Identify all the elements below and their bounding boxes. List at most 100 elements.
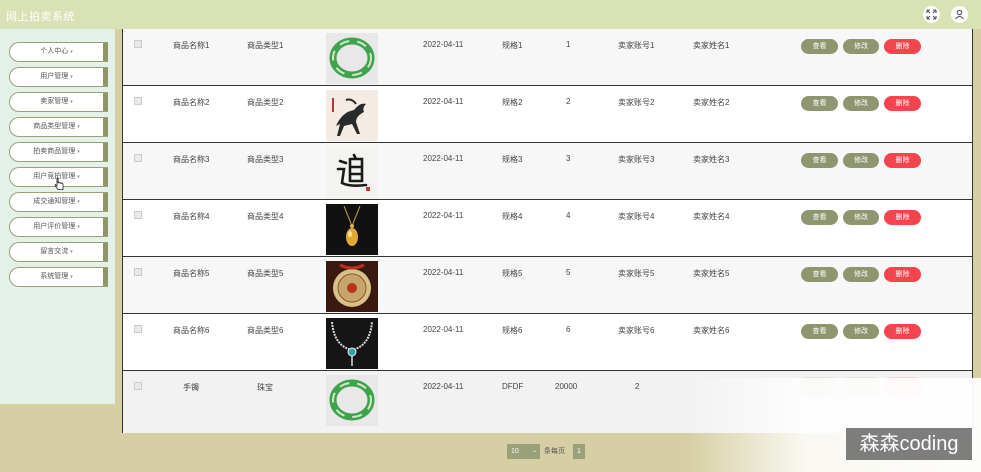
view-button[interactable]: 查看 — [801, 96, 838, 111]
sidebar-item-label: 留言交流 — [40, 248, 69, 255]
cell-spec: 规格3 — [502, 155, 523, 164]
cell-seller-account: 卖家账号4 — [618, 212, 655, 221]
delete-button[interactable]: 删除 — [884, 210, 921, 225]
product-image-horse-painting — [326, 90, 378, 141]
product-image-necklace — [326, 318, 378, 369]
sidebar-item-auction-products[interactable]: 拍卖商品管理 ▾ — [9, 142, 108, 162]
cell-type: 商品类型2 — [247, 98, 284, 107]
mouse-pointer-icon — [54, 177, 64, 190]
cell-seller-name: 卖家姓名5 — [693, 269, 730, 278]
watermark: 森森coding — [846, 428, 972, 460]
sidebar-item-label: 用户管理 — [40, 73, 69, 80]
sidebar-item-system[interactable]: 系统管理 ▾ — [9, 267, 108, 287]
edit-button[interactable]: 修改 — [843, 96, 879, 111]
table-row: 商品名称1 商品类型1 2022-04-11 规格1 1 卖家账号1 卖家姓名1… — [123, 29, 972, 86]
cell-name: 手镯 — [183, 383, 199, 392]
page-number-current[interactable]: 1 — [573, 444, 585, 459]
row-checkbox[interactable] — [134, 154, 142, 162]
cell-num: 5 — [566, 268, 571, 277]
sidebar-item-personal-center[interactable]: 个人中心 ▾ — [9, 42, 108, 62]
cell-spec: DFDF — [502, 382, 524, 391]
caret-down-icon: ▾ — [70, 99, 73, 105]
edit-button[interactable]: 修改 — [843, 324, 879, 339]
view-button[interactable]: 查看 — [801, 324, 838, 339]
edit-button[interactable]: 修改 — [843, 153, 879, 168]
cell-num: 1 — [566, 40, 571, 49]
cell-num: 20000 — [555, 382, 578, 391]
caret-down-icon: ▾ — [77, 124, 80, 130]
sidebar-item-product-types[interactable]: 商品类型管理 ▾ — [9, 117, 108, 137]
expand-icon[interactable] — [923, 6, 940, 23]
cell-date: 2022-04-11 — [423, 154, 464, 163]
delete-button[interactable]: 删除 — [884, 39, 921, 54]
delete-button[interactable]: 删除 — [884, 153, 921, 168]
sidebar-item-label: 系统管理 — [40, 273, 69, 280]
cell-type: 商品类型6 — [247, 326, 284, 335]
cell-date: 2022-04-11 — [423, 382, 464, 391]
caret-down-icon: ▾ — [70, 249, 73, 255]
app-title: 网上拍卖系统 — [6, 11, 75, 23]
edit-button[interactable]: 修改 — [843, 210, 879, 225]
page-size-select[interactable]: 10 ⌄ — [507, 444, 540, 459]
cell-date: 2022-04-11 — [423, 211, 464, 220]
cell-seller-name: 卖家姓名3 — [693, 155, 730, 164]
cell-extra: 2 — [635, 382, 640, 391]
sidebar-item-users[interactable]: 用户管理 ▾ — [9, 67, 108, 87]
caret-down-icon: ▾ — [70, 74, 73, 80]
view-button[interactable]: 查看 — [801, 153, 838, 168]
row-checkbox[interactable] — [134, 268, 142, 276]
table-row: 商品名称6 商品类型6 2022-04-11 规格6 6 卖家账号6 卖家姓名6… — [123, 314, 972, 371]
cell-type: 商品类型4 — [247, 212, 284, 221]
product-image-calligraphy — [326, 147, 378, 198]
table-row: 商品名称4 商品类型4 2022-04-11 规格4 4 卖家账号4 卖家姓名4… — [123, 200, 972, 257]
row-checkbox[interactable] — [134, 382, 142, 390]
caret-down-icon: ▾ — [77, 149, 80, 155]
product-image-amber-pendant — [326, 204, 378, 255]
view-button[interactable]: 查看 — [801, 210, 838, 225]
user-icon[interactable] — [951, 6, 968, 23]
cell-seller-account: 卖家账号5 — [618, 269, 655, 278]
chevron-down-icon: ⌄ — [531, 448, 537, 454]
product-image-jade-bracelet — [326, 375, 378, 426]
cell-spec: 规格5 — [502, 269, 523, 278]
cell-date: 2022-04-11 — [423, 97, 464, 106]
product-image-jade-disc — [326, 261, 378, 312]
table-row: 商品名称2 商品类型2 2022-04-11 规格2 2 卖家账号2 卖家姓名2… — [123, 86, 972, 143]
cell-name: 商品名称5 — [173, 269, 210, 278]
edit-button[interactable]: 修改 — [843, 267, 879, 282]
sidebar-item-label: 用户评价管理 — [33, 223, 76, 230]
cell-type: 商品类型1 — [247, 41, 284, 50]
view-button[interactable]: 查看 — [801, 39, 838, 54]
sidebar-item-sellers[interactable]: 卖家管理 ▾ — [9, 92, 108, 112]
cell-spec: 规格1 — [502, 41, 523, 50]
cell-seller-account: 卖家账号6 — [618, 326, 655, 335]
cell-num: 6 — [566, 325, 571, 334]
sidebar-item-user-reviews[interactable]: 用户评价管理 ▾ — [9, 217, 108, 237]
cell-spec: 规格4 — [502, 212, 523, 221]
page-size-value: 10 — [511, 448, 519, 455]
cell-seller-account: 卖家账号2 — [618, 98, 655, 107]
sidebar-item-messages[interactable]: 留言交流 ▾ — [9, 242, 108, 262]
delete-button[interactable]: 删除 — [884, 96, 921, 111]
cell-seller-account: 卖家账号1 — [618, 41, 655, 50]
delete-button[interactable]: 删除 — [884, 324, 921, 339]
sidebar-item-deal-notices[interactable]: 成交通知管理 ▾ — [9, 192, 108, 212]
cell-name: 商品名称3 — [173, 155, 210, 164]
row-checkbox[interactable] — [134, 211, 142, 219]
product-table: 商品名称1 商品类型1 2022-04-11 规格1 1 卖家账号1 卖家姓名1… — [122, 29, 973, 433]
view-button[interactable]: 查看 — [801, 267, 838, 282]
cell-name: 商品名称2 — [173, 98, 210, 107]
top-bar: 网上拍卖系统 — [0, 0, 981, 29]
sidebar: 个人中心 ▾ 用户管理 ▾ 卖家管理 ▾ 商品类型管理 ▾ 拍卖商品管理 ▾ 用户竞拍管理… — [0, 29, 115, 404]
cell-seller-name: 卖家姓名4 — [693, 212, 730, 221]
row-checkbox[interactable] — [134, 40, 142, 48]
cell-spec: 规格6 — [502, 326, 523, 335]
cell-name: 商品名称6 — [173, 326, 210, 335]
edit-button[interactable]: 修改 — [843, 39, 879, 54]
cell-spec: 规格2 — [502, 98, 523, 107]
row-checkbox[interactable] — [134, 325, 142, 333]
cell-type: 珠宝 — [257, 383, 273, 392]
row-checkbox[interactable] — [134, 97, 142, 105]
cell-seller-account: 卖家账号3 — [618, 155, 655, 164]
delete-button[interactable]: 删除 — [884, 267, 921, 282]
